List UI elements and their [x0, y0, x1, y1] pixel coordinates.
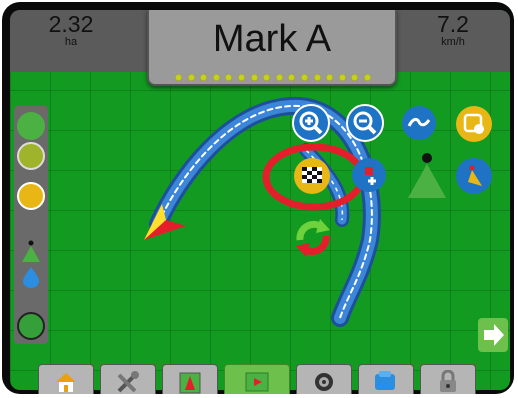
progress-dot — [237, 74, 245, 81]
zoom-in-icon[interactable] — [292, 104, 330, 142]
progress-dot — [212, 74, 220, 81]
boundary-icon[interactable] — [456, 106, 492, 142]
area-readout: 2.32 ha — [16, 12, 126, 48]
progress-dot — [187, 74, 195, 81]
guidance-icon — [245, 372, 269, 392]
camera-icon — [315, 373, 333, 391]
progress-dot — [300, 74, 308, 81]
progress-dot — [363, 74, 371, 81]
home-icon — [56, 373, 76, 392]
page-title: Mark A — [212, 18, 332, 60]
lock-icon — [440, 370, 456, 392]
progress-dot — [250, 74, 258, 81]
progress-dot — [200, 74, 208, 81]
progress-dot — [175, 74, 182, 81]
water-drop-icon[interactable] — [22, 266, 40, 288]
field-icon — [179, 372, 201, 394]
progress-dot — [351, 74, 359, 81]
speed-unit: km/h — [441, 36, 465, 48]
progress-dot — [275, 74, 283, 81]
arrow-right-icon — [484, 324, 504, 346]
progress-dot — [338, 74, 346, 81]
data-icon — [375, 371, 395, 390]
tab-camera[interactable] — [296, 364, 352, 394]
area-unit: ha — [64, 36, 78, 48]
title-panel[interactable]: Mark A — [147, 10, 397, 86]
vehicle-arrow-icon — [144, 204, 186, 240]
left-toolbar — [14, 106, 48, 344]
progress-dot — [225, 74, 233, 81]
progress-dot — [263, 74, 271, 81]
progress-dot — [326, 74, 334, 81]
tools-icon — [117, 371, 139, 393]
implement-icon[interactable] — [17, 112, 45, 140]
warning-icon[interactable] — [17, 182, 45, 210]
tab-tools[interactable] — [100, 364, 156, 394]
tab-lock[interactable] — [420, 364, 476, 394]
tab-guidance[interactable] — [224, 364, 290, 394]
gps-icon[interactable] — [17, 142, 45, 170]
progress-dot — [288, 74, 296, 81]
progress-dot — [313, 74, 321, 81]
bottom-tab-bar — [38, 364, 476, 394]
speed-value: 7.2 — [437, 11, 469, 37]
refresh-icon[interactable] — [292, 218, 334, 258]
add-marker-icon[interactable] — [352, 158, 386, 192]
tab-data[interactable] — [358, 364, 414, 394]
next-arrow-button[interactable] — [478, 318, 508, 352]
tab-field[interactable] — [162, 364, 218, 394]
vehicle-view-icon[interactable] — [404, 152, 450, 200]
tab-home[interactable] — [38, 364, 94, 394]
area-value: 2.32 — [48, 11, 94, 37]
link-icon[interactable] — [17, 312, 45, 340]
zoom-out-icon[interactable] — [346, 104, 384, 142]
display-frame: 2.32 ha 7.2 km/h Mark A — [2, 2, 514, 394]
speed-readout: 7.2 km/h — [398, 12, 508, 48]
angle-view-icon[interactable] — [456, 158, 492, 194]
path-icon[interactable] — [402, 106, 436, 140]
vehicle-indicator-icon[interactable] — [20, 240, 42, 264]
progress-dots — [175, 74, 371, 82]
